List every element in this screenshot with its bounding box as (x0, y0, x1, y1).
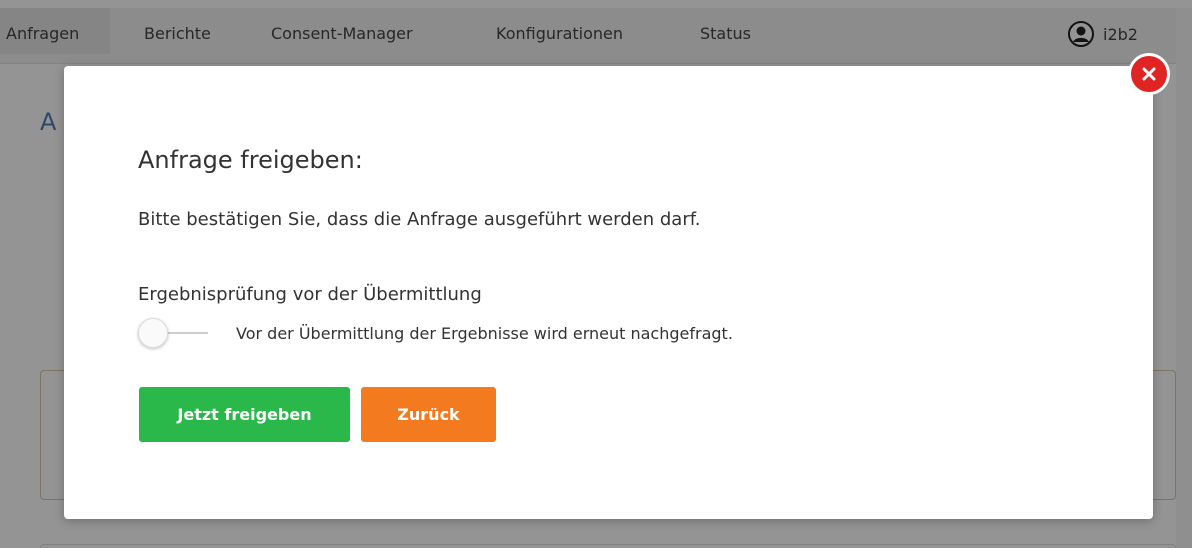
close-button[interactable] (1128, 53, 1170, 95)
result-review-row: Vor der Übermittlung der Ergebnisse wird… (138, 318, 733, 348)
dialog-title: Anfrage freigeben: (138, 146, 363, 174)
result-review-hint: Vor der Übermittlung der Ergebnisse wird… (236, 323, 733, 343)
result-review-label: Ergebnisprüfung vor der Übermittlung (138, 284, 482, 305)
back-button[interactable]: Zurück (361, 387, 496, 442)
result-review-toggle[interactable] (138, 318, 218, 348)
dialog-message: Bitte bestätigen Sie, dass die Anfrage a… (138, 209, 701, 230)
toggle-knob[interactable] (138, 318, 168, 348)
release-now-button[interactable]: Jetzt freigeben (139, 387, 350, 442)
close-icon (1142, 67, 1156, 81)
release-dialog: Anfrage freigeben: Bitte bestätigen Sie,… (64, 66, 1153, 519)
